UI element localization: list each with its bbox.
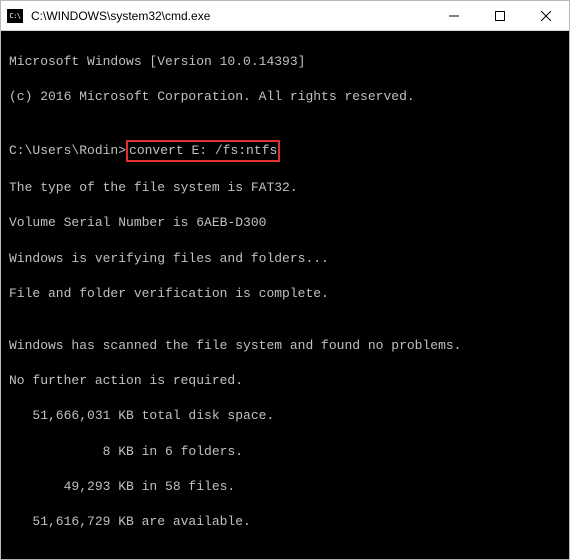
prompt-path: C:\Users\Rodin>: [9, 143, 126, 158]
close-icon: [541, 11, 551, 21]
cmd-icon: C:\: [7, 9, 23, 23]
maximize-button[interactable]: [477, 1, 523, 30]
output-line: The type of the file system is FAT32.: [9, 179, 561, 197]
output-line: 51,666,031 KB total disk space.: [9, 407, 561, 425]
prompt-line: C:\Users\Rodin>convert E: /fs:ntfs: [9, 140, 561, 162]
output-line: 8 KB in 6 folders.: [9, 443, 561, 461]
minimize-button[interactable]: [431, 1, 477, 30]
output-line: (c) 2016 Microsoft Corporation. All righ…: [9, 88, 561, 106]
terminal-area[interactable]: Microsoft Windows [Version 10.0.14393] (…: [1, 31, 569, 559]
minimize-icon: [449, 11, 459, 21]
output-line: 51,616,729 KB are available.: [9, 513, 561, 531]
output-line: File and folder verification is complete…: [9, 285, 561, 303]
output-line: Microsoft Windows [Version 10.0.14393]: [9, 53, 561, 71]
window-controls: [431, 1, 569, 30]
maximize-icon: [495, 11, 505, 21]
cmd-window: C:\ C:\WINDOWS\system32\cmd.exe Microsof…: [0, 0, 570, 560]
titlebar[interactable]: C:\ C:\WINDOWS\system32\cmd.exe: [1, 1, 569, 31]
output-line: No further action is required.: [9, 372, 561, 390]
window-title: C:\WINDOWS\system32\cmd.exe: [29, 9, 431, 23]
output-line: Windows has scanned the file system and …: [9, 337, 561, 355]
close-button[interactable]: [523, 1, 569, 30]
output-line: 49,293 KB in 58 files.: [9, 478, 561, 496]
output-line: Volume Serial Number is 6AEB-D300: [9, 214, 561, 232]
highlighted-command: convert E: /fs:ntfs: [126, 140, 280, 162]
output-line: Windows is verifying files and folders..…: [9, 250, 561, 268]
